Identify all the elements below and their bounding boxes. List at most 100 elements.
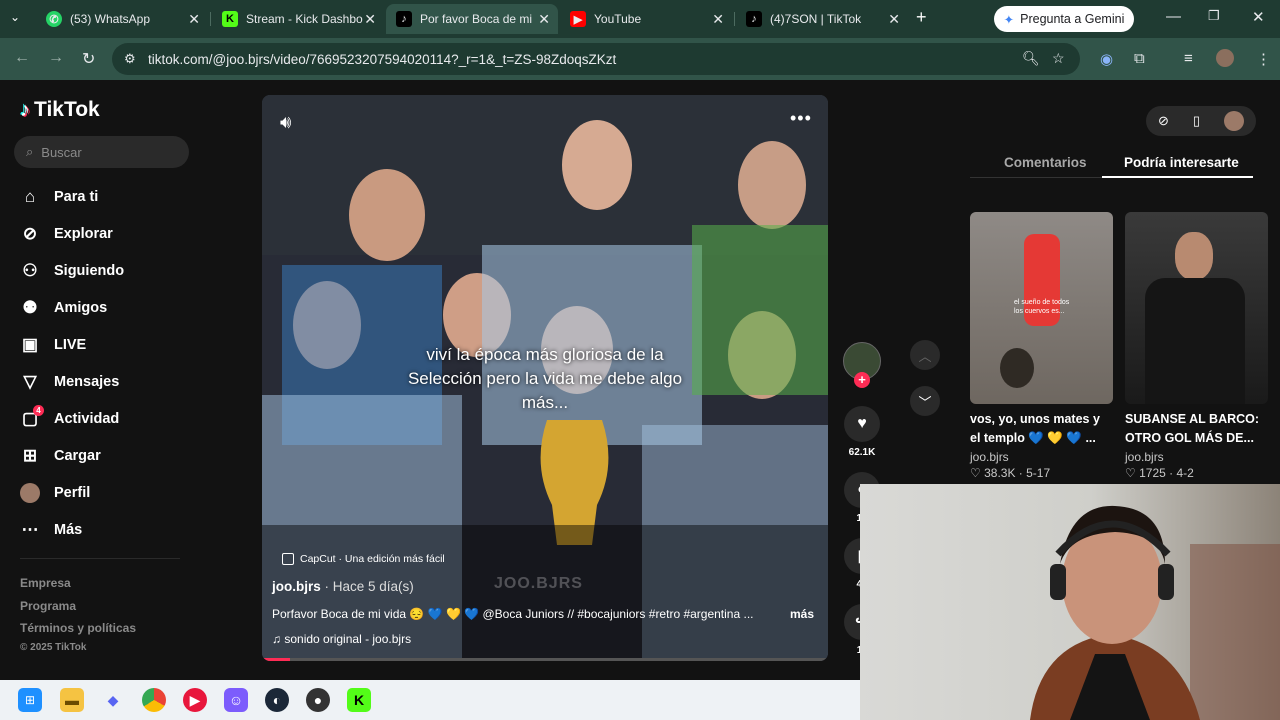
gemini-label: Pregunta a Gemini <box>1020 12 1125 26</box>
webcam-overlay <box>860 484 1280 720</box>
right-toolbar: ⊘ ▯ <box>1146 106 1256 136</box>
obs-icon[interactable]: ● <box>306 688 330 712</box>
more-icon: ⋯ <box>21 520 39 539</box>
video-card[interactable]: SUBANSE AL BARCO: OTRO GOL MÁS DE... joo… <box>1125 212 1268 480</box>
sidebar-item-label: Mensajes <box>54 374 120 390</box>
windows-start-icon[interactable]: ⊞ <box>18 688 42 712</box>
restore-icon[interactable]: ❐ <box>1208 8 1220 24</box>
gemini-button[interactable]: ✦ Pregunta a Gemini <box>994 6 1134 32</box>
tab-kick[interactable]: K Stream - Kick Dashbo ✕ <box>212 4 384 34</box>
author-name[interactable]: joo.bjrs <box>272 579 321 594</box>
previous-video-button[interactable]: ︿ <box>910 340 940 370</box>
window-close-icon[interactable]: ✕ <box>1252 8 1265 26</box>
tiktok-logo[interactable]: ♪ TikTok <box>20 98 100 122</box>
copyright: © 2025 TikTok <box>20 642 87 653</box>
new-tab-icon[interactable]: + <box>916 7 927 28</box>
next-video-button[interactable]: ﹀ <box>910 386 940 416</box>
extension-icon[interactable]: ◉ <box>1100 50 1113 68</box>
url-text[interactable]: tiktok.com/@joo.bjrs/video/7669523207594… <box>148 52 616 67</box>
card-user[interactable]: joo.bjrs <box>1125 450 1268 464</box>
site-info-icon[interactable]: ⚙ <box>124 51 136 67</box>
file-explorer-icon[interactable]: ▬ <box>60 688 84 712</box>
sidebar-item-amigos[interactable]: ⚉ Amigos <box>20 298 107 318</box>
player-face-shape <box>1175 232 1213 280</box>
reload-icon[interactable]: ↻ <box>82 49 95 69</box>
tab-comentarios[interactable]: Comentarios <box>1004 155 1087 170</box>
more-description-button[interactable]: más <box>790 607 814 621</box>
card-user[interactable]: joo.bjrs <box>970 450 1113 464</box>
webcam-person <box>1030 505 1280 720</box>
avatar[interactable] <box>1223 111 1244 131</box>
video-thumbnail[interactable] <box>1125 212 1268 404</box>
app-icon[interactable]: ◆ <box>101 688 125 712</box>
sidebar-item-label: LIVE <box>54 337 87 353</box>
media-player-icon[interactable]: ▶ <box>183 688 207 712</box>
capcut-label[interactable]: CapCut · Una edición más fácil <box>282 553 445 565</box>
card-title[interactable]: vos, yo, unos mates y el templo 💙 💛 💙 ..… <box>970 410 1113 448</box>
zoom-icon[interactable]: 🔍︎ <box>1022 50 1040 67</box>
video-card[interactable]: el sueño de todos los cuervos es... vos,… <box>970 212 1113 480</box>
like-button[interactable]: ♥ 62.1K <box>843 406 881 458</box>
sidebar-item-label: Explorar <box>54 226 113 242</box>
sidebar-item-mensajes[interactable]: ▽ Mensajes <box>20 372 119 392</box>
kick-icon[interactable]: K <box>347 688 371 712</box>
menu-dots-icon[interactable]: ⋮ <box>1256 50 1271 68</box>
close-icon[interactable]: ✕ <box>364 11 376 28</box>
bookmark-star-icon[interactable]: ☆ <box>1052 50 1065 67</box>
sidebar-item-explorar[interactable]: ⊘ Explorar <box>20 224 113 244</box>
author-avatar-button[interactable]: + <box>843 342 881 388</box>
footer-link[interactable]: Programa <box>20 599 76 613</box>
follow-plus-icon[interactable]: + <box>854 372 870 388</box>
steam-icon[interactable]: ◐ <box>265 688 289 712</box>
phone-icon[interactable]: ▯ <box>1193 113 1200 129</box>
sidebar-item-live[interactable]: ▣ LIVE <box>20 335 86 355</box>
sound-line[interactable]: ♫ sonido original - joo.bjrs <box>272 632 411 646</box>
tab-tiktok-7son[interactable]: ♪ (4)7SON | TikTok ✕ <box>736 4 908 34</box>
chrome-icon[interactable] <box>142 688 166 712</box>
tab-tiktok-active[interactable]: ♪ Por favor Boca de mi ✕ <box>386 4 558 34</box>
video-player[interactable]: 🔊︎ ••• viví la época más gloriosa de la … <box>262 95 828 661</box>
home-icon: ⌂ <box>24 187 36 206</box>
sidebar-item-cargar[interactable]: ⊞ Cargar <box>20 446 101 466</box>
forward-icon[interactable]: → <box>48 49 64 67</box>
sidebar-item-mas[interactable]: ⋯ Más <box>20 520 83 540</box>
thumbnail-overlay-text: el sueño de todos los cuervos es... <box>1014 299 1070 315</box>
tab-title: YouTube <box>594 12 642 26</box>
close-icon[interactable]: ✕ <box>188 11 200 28</box>
more-options-icon[interactable]: ••• <box>790 108 812 129</box>
tab-whatsapp[interactable]: ✆ (53) WhatsApp ✕ <box>36 4 208 34</box>
close-icon[interactable]: ✕ <box>712 11 724 28</box>
sidebar-item-siguiendo[interactable]: ⚇ Siguiendo <box>20 261 124 281</box>
footer-link[interactable]: Empresa <box>20 576 71 590</box>
close-icon[interactable]: ✕ <box>888 11 900 28</box>
card-title[interactable]: SUBANSE AL BARCO: OTRO GOL MÁS DE... <box>1125 410 1268 448</box>
like-count: 62.1K <box>848 447 876 458</box>
tab-title: (53) WhatsApp <box>70 12 151 26</box>
profile-avatar[interactable] <box>1216 49 1234 67</box>
volume-icon[interactable]: 🔊︎ <box>280 112 291 133</box>
sidebar-item-para-ti[interactable]: ⌂ Para ti <box>20 187 98 207</box>
close-icon[interactable]: ✕ <box>538 11 550 28</box>
compass-icon[interactable]: ⊘ <box>1158 113 1169 129</box>
video-progress-fill <box>262 658 291 661</box>
sidebar-item-perfil[interactable]: Perfil <box>20 483 90 503</box>
tiktok-icon: ♪ <box>20 98 30 121</box>
music-note-icon: ♫ <box>272 632 285 646</box>
tab-strip: ⌄ ✆ (53) WhatsApp ✕ K Stream - Kick Dash… <box>0 0 1280 38</box>
footer-link[interactable]: Términos y políticas <box>20 621 136 635</box>
media-control-icon[interactable]: ≡ <box>1184 50 1193 67</box>
video-watermark: JOO.BJRS <box>494 575 583 592</box>
tab-podria-interesarte[interactable]: Podría interesarte <box>1124 155 1239 170</box>
extensions-puzzle-icon[interactable]: ⧉ <box>1134 50 1145 67</box>
minimize-icon[interactable]: — <box>1166 8 1181 25</box>
compass-icon: ⊘ <box>22 224 38 243</box>
tab-search-icon[interactable]: ⌄ <box>10 10 20 24</box>
video-thumbnail[interactable]: el sueño de todos los cuervos es... <box>970 212 1113 404</box>
search-input[interactable]: ⌕ Buscar <box>14 136 189 168</box>
video-progress-bar[interactable] <box>262 658 828 661</box>
sidebar-item-actividad[interactable]: ▢ 4 Actividad <box>20 405 119 429</box>
back-icon[interactable]: ← <box>14 49 30 67</box>
tab-youtube[interactable]: ▶ YouTube ✕ <box>560 4 732 34</box>
address-bar[interactable]: ⚙ tiktok.com/@joo.bjrs/video/76695232075… <box>112 43 1080 75</box>
discord-icon[interactable]: ☺ <box>224 688 248 712</box>
